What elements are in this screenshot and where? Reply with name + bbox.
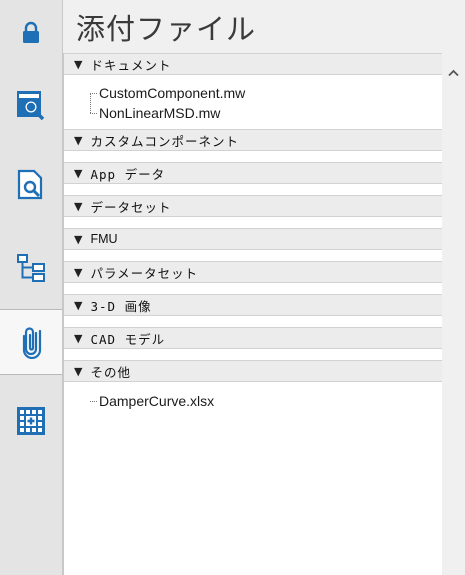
collapse-triangle-icon: ▼ [74,298,83,312]
section-parameter-sets: ▼ パラメータセット [64,261,442,294]
section-label: App データ [90,166,166,182]
section-header-other[interactable]: ▼ その他 [64,360,442,382]
section-body-parameter-sets [64,283,442,294]
section-body-documents: CustomComponent.mw NonLinearMSD.mw [64,75,442,129]
tab-attachments[interactable] [0,309,63,375]
section-body-fmu [64,250,442,261]
tab-hierarchy[interactable] [0,235,62,301]
section-label: 3-D 画像 [90,298,152,314]
section-label: FMU [90,232,118,246]
section-body-custom-components [64,151,442,162]
section-datasets: ▼ データセット [64,195,442,228]
section-label: ドキュメント [90,57,172,73]
section-body-3d-images [64,316,442,327]
section-body-other: DamperCurve.xlsx [64,382,442,417]
file-item[interactable]: DamperCurve.xlsx [90,391,442,411]
section-body-datasets [64,217,442,228]
section-cad-models: ▼ CAD モデル [64,327,442,360]
section-label: CAD モデル [90,331,166,347]
section-header-3d-images[interactable]: ▼ 3-D 画像 [64,294,442,316]
tab-grid[interactable] [0,388,62,454]
tab-lock[interactable] [0,0,62,66]
attachments-panel: ▼ ドキュメント CustomComponent.mw NonLinearMSD… [63,53,442,575]
section-body-app-data [64,184,442,195]
section-label: その他 [90,364,131,380]
section-label: パラメータセット [90,265,199,281]
collapse-triangle-icon: ▼ [74,232,83,246]
tab-rail [0,0,63,575]
library-search-icon [17,91,45,121]
section-label: データセット [90,199,172,215]
section-header-custom-components[interactable]: ▼ カスタムコンポーネント [64,129,442,151]
lock-icon [23,21,39,43]
collapse-triangle-icon: ▼ [74,199,83,213]
section-header-datasets[interactable]: ▼ データセット [64,195,442,217]
tab-library[interactable] [0,72,62,138]
section-header-cad-models[interactable]: ▼ CAD モデル [64,327,442,349]
panel-header: 添付ファイル [63,0,465,52]
section-other: ▼ その他 DamperCurve.xlsx [64,360,442,417]
section-header-app-data[interactable]: ▼ App データ [64,162,442,184]
document-preview-icon [17,169,43,200]
collapse-triangle-icon: ▼ [74,331,83,345]
section-app-data: ▼ App データ [64,162,442,195]
file-item[interactable]: CustomComponent.mw [90,83,442,103]
vertical-scrollbar[interactable] [442,53,465,575]
grid-table-icon [17,407,45,435]
tab-preview[interactable] [0,152,62,218]
section-header-fmu[interactable]: ▼ FMU [64,228,442,250]
paperclip-icon [22,327,41,359]
scroll-up-button[interactable] [442,63,465,83]
collapse-triangle-icon: ▼ [74,166,83,180]
section-custom-components: ▼ カスタムコンポーネント [64,129,442,162]
section-header-documents[interactable]: ▼ ドキュメント [64,53,442,75]
page-title: 添付ファイル [76,12,257,46]
collapse-triangle-icon: ▼ [74,364,83,378]
section-fmu: ▼ FMU [64,228,442,261]
hierarchy-tree-icon [17,254,45,282]
collapse-triangle-icon: ▼ [74,133,83,147]
section-3d-images: ▼ 3-D 画像 [64,294,442,327]
collapse-triangle-icon: ▼ [74,57,83,71]
section-body-cad-models [64,349,442,360]
section-header-parameter-sets[interactable]: ▼ パラメータセット [64,261,442,283]
file-item[interactable]: NonLinearMSD.mw [90,103,442,123]
section-label: カスタムコンポーネント [90,133,239,149]
chevron-up-icon [448,69,459,77]
collapse-triangle-icon: ▼ [74,265,83,279]
section-documents: ▼ ドキュメント CustomComponent.mw NonLinearMSD… [64,53,442,129]
